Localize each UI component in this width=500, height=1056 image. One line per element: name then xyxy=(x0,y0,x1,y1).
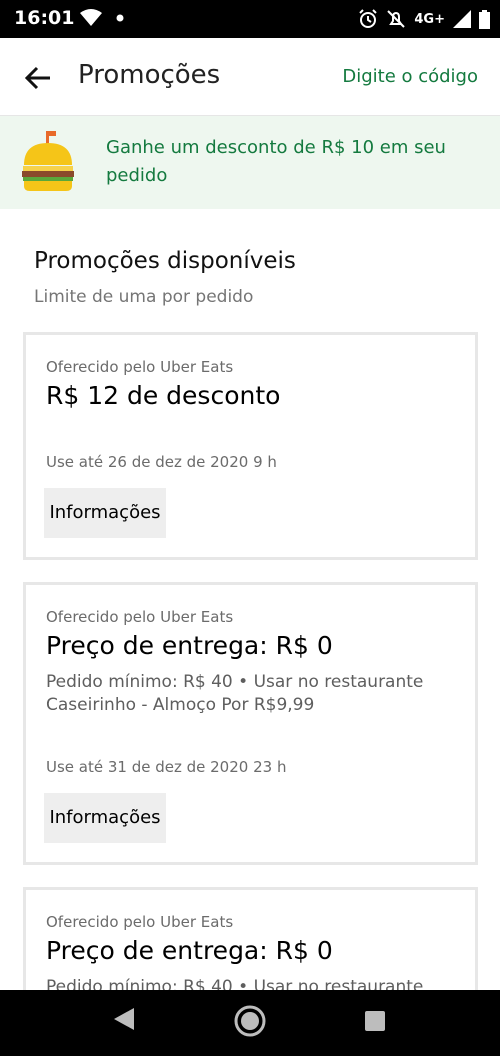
home-circle-icon[interactable] xyxy=(233,1004,267,1042)
banner-text: Ganhe um desconto de R$ 10 em seu pedido xyxy=(106,137,446,186)
network-label: 4G+ xyxy=(414,11,445,27)
promo-banner[interactable]: Ganhe um desconto de R$ 10 em seu pedido xyxy=(0,116,500,209)
alarm-icon xyxy=(358,9,378,29)
app-bar: Promoções Digite o código xyxy=(0,38,500,116)
wifi-icon xyxy=(80,9,102,27)
info-button[interactable]: Informações xyxy=(44,488,166,538)
dot-icon xyxy=(116,14,124,22)
section-subtitle: Limite de uma por pedido xyxy=(34,287,254,307)
arrow-left-icon[interactable] xyxy=(22,62,54,94)
page-title: Promoções xyxy=(78,60,221,90)
recents-square-icon[interactable] xyxy=(364,1010,386,1036)
promo-headline: R$ 12 de desconto xyxy=(46,381,281,410)
promo-card: Oferecido pelo Uber Eats Preço de entreg… xyxy=(23,582,478,865)
info-button[interactable]: Informações xyxy=(44,793,166,843)
promo-details: Pedido mínimo: R$ 40 • Usar no restauran… xyxy=(46,672,424,715)
navigation-bar xyxy=(0,990,500,1056)
promo-valid-until: Use até 26 de dez de 2020 9 h xyxy=(46,453,277,471)
status-bar: 16:01 4G+ xyxy=(0,0,500,38)
mute-icon xyxy=(386,9,406,29)
section-title: Promoções disponíveis xyxy=(34,248,296,274)
promo-headline: Preço de entrega: R$ 0 xyxy=(46,631,333,660)
battery-icon xyxy=(479,9,490,29)
promo-card: Oferecido pelo Uber Eats R$ 12 de descon… xyxy=(23,332,478,560)
back-triangle-icon[interactable] xyxy=(112,1006,136,1036)
burger-icon xyxy=(20,131,76,195)
promo-offered-by: Oferecido pelo Uber Eats xyxy=(46,913,234,931)
status-time: 16:01 xyxy=(14,7,75,29)
promo-headline: Preço de entrega: R$ 0 xyxy=(46,936,333,965)
promo-offered-by: Oferecido pelo Uber Eats xyxy=(46,358,234,376)
enter-code-link[interactable]: Digite o código xyxy=(342,66,478,87)
promo-valid-until: Use até 31 de dez de 2020 23 h xyxy=(46,758,287,776)
signal-icon xyxy=(453,10,471,28)
promo-offered-by: Oferecido pelo Uber Eats xyxy=(46,608,234,626)
